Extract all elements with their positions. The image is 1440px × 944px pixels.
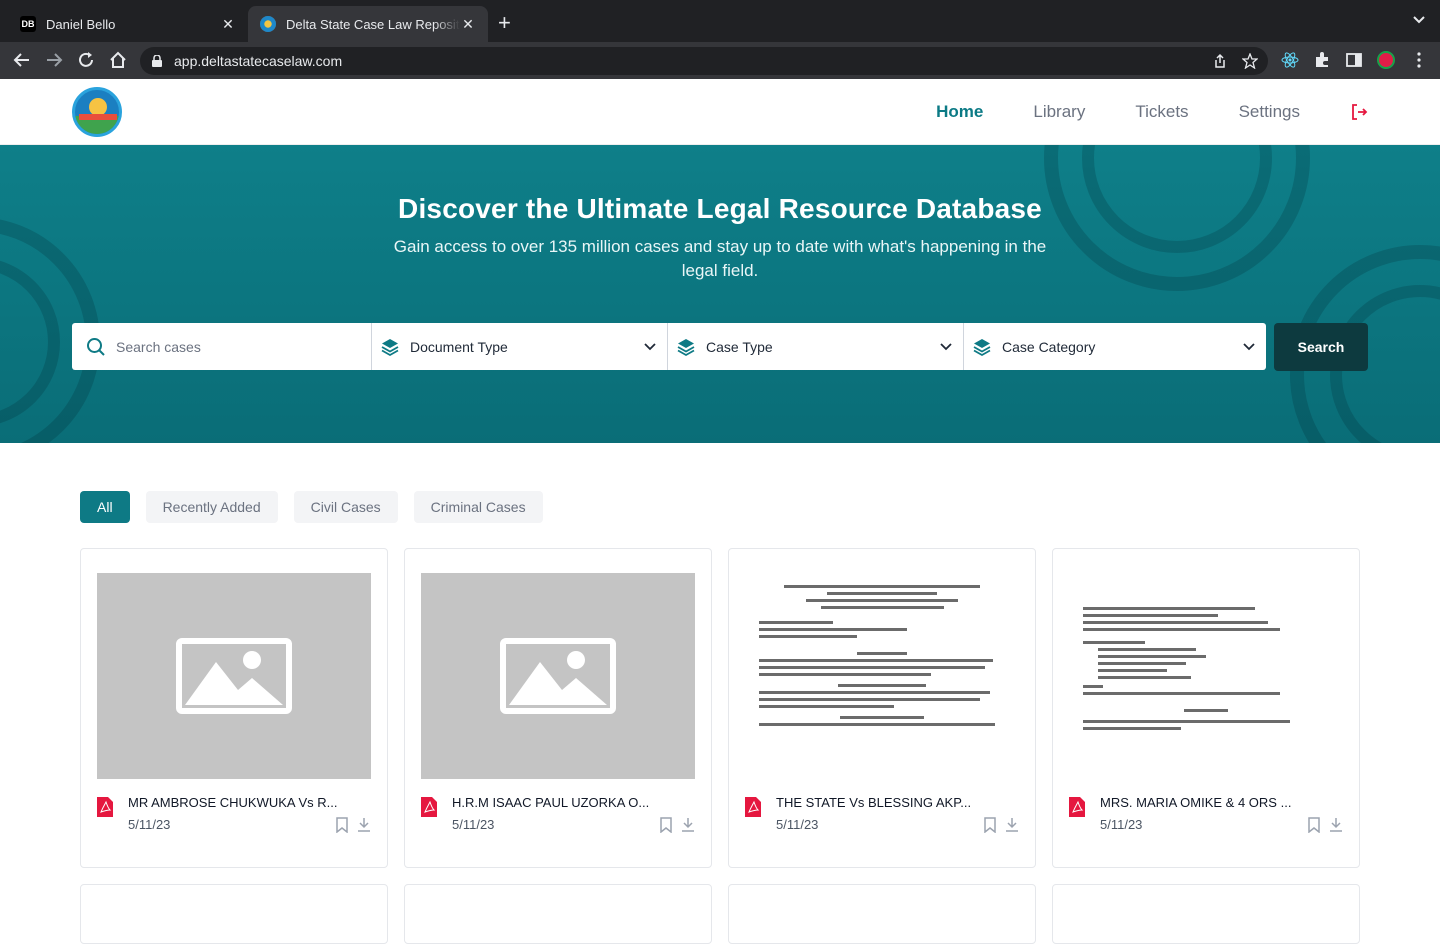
document-thumbnail <box>745 573 1019 779</box>
layers-icon <box>973 338 991 356</box>
case-type-label: Case Type <box>706 338 773 355</box>
download-icon[interactable] <box>357 817 371 833</box>
pdf-icon <box>421 797 437 817</box>
search-input[interactable] <box>116 338 356 355</box>
layers-icon <box>677 338 695 356</box>
tab-title: Delta State Case Law Repository <box>286 16 460 32</box>
hero-banner: Discover the Ultimate Legal Resource Dat… <box>0 145 1440 443</box>
case-type-dropdown[interactable]: Case Type <box>668 323 964 370</box>
chevron-down-icon <box>1243 342 1255 350</box>
extensions-icon[interactable] <box>1313 51 1331 69</box>
tab-close-icon[interactable]: ✕ <box>460 16 476 33</box>
case-date: 5/11/23 <box>128 817 171 832</box>
bookmark-icon[interactable] <box>659 817 673 833</box>
tab-title: Daniel Bello <box>46 16 116 32</box>
delta-state-logo[interactable] <box>72 87 122 137</box>
image-placeholder-icon <box>421 573 695 779</box>
browser-toolbar: app.deltastatecaselaw.com <box>0 42 1440 79</box>
bookmark-star-icon[interactable] <box>1242 53 1258 69</box>
hero-title: Discover the Ultimate Legal Resource Dat… <box>398 193 1042 224</box>
nav-home[interactable]: Home <box>936 102 983 122</box>
main-nav: Home Library Tickets Settings <box>936 79 1368 145</box>
chevron-down-icon <box>940 342 952 350</box>
forward-icon[interactable] <box>44 50 64 70</box>
hero-subtitle: Gain access to over 135 million cases an… <box>393 237 1047 280</box>
case-card[interactable]: MRS. MARIA OMIKE & 4 ORS ... 5/11/23 <box>1052 548 1360 868</box>
reload-icon[interactable] <box>76 50 96 70</box>
case-card[interactable] <box>728 884 1036 944</box>
case-date: 5/11/23 <box>452 817 495 832</box>
tab-search-chevron-icon[interactable] <box>1412 12 1426 28</box>
app-header: Home Library Tickets Settings <box>0 79 1440 145</box>
download-icon[interactable] <box>681 817 695 833</box>
case-title[interactable]: MRS. MARIA OMIKE & 4 ORS ... <box>1100 795 1291 810</box>
document-type-label: Document Type <box>410 338 508 355</box>
filter-all[interactable]: All <box>80 491 130 523</box>
search-button[interactable]: Search <box>1274 323 1368 371</box>
case-card[interactable]: H.R.M ISAAC PAUL UZORKA O... 5/11/23 <box>404 548 712 868</box>
filter-tabs: All Recently Added Civil Cases Criminal … <box>80 491 543 523</box>
case-category-label: Case Category <box>1002 338 1096 355</box>
url-text: app.deltastatecaselaw.com <box>174 53 343 69</box>
case-title[interactable]: THE STATE Vs BLESSING AKP... <box>776 795 971 810</box>
case-title[interactable]: H.R.M ISAAC PAUL UZORKA O... <box>452 795 649 810</box>
pdf-icon <box>97 797 113 817</box>
case-category-dropdown[interactable]: Case Category <box>964 323 1266 370</box>
bookmark-icon[interactable] <box>1307 817 1321 833</box>
search-bar: Document Type Case Type Case Category <box>72 323 1266 370</box>
lock-icon <box>152 55 162 67</box>
download-icon[interactable] <box>1329 817 1343 833</box>
download-icon[interactable] <box>1005 817 1019 833</box>
nav-settings[interactable]: Settings <box>1239 102 1300 122</box>
search-field <box>72 323 372 370</box>
filter-criminal-cases[interactable]: Criminal Cases <box>413 491 543 523</box>
pdf-icon <box>745 797 761 817</box>
case-card-grid: MR AMBROSE CHUKWUKA Vs R... 5/11/23 H.R.… <box>80 548 1360 868</box>
image-placeholder-icon <box>97 573 371 779</box>
back-icon[interactable] <box>12 50 32 70</box>
side-panel-icon[interactable] <box>1345 51 1363 69</box>
browser-menu-icon[interactable] <box>1410 51 1428 69</box>
address-bar[interactable]: app.deltastatecaselaw.com <box>140 47 1268 75</box>
tab-close-icon[interactable]: ✕ <box>220 16 236 33</box>
browser-tab[interactable]: DB Daniel Bello ✕ <box>8 6 248 42</box>
case-card[interactable]: MR AMBROSE CHUKWUKA Vs R... 5/11/23 <box>80 548 388 868</box>
browser-tab-active[interactable]: Delta State Case Law Repository ✕ <box>248 6 488 42</box>
search-icon <box>87 337 105 356</box>
case-card[interactable]: THE STATE Vs BLESSING AKP... 5/11/23 <box>728 548 1036 868</box>
new-tab-icon[interactable]: + <box>498 12 511 34</box>
case-card[interactable] <box>1052 884 1360 944</box>
document-thumbnail <box>1069 573 1343 779</box>
case-card-grid-next-row <box>80 884 1360 944</box>
home-icon[interactable] <box>108 50 128 70</box>
browser-tabbar: DB Daniel Bello ✕ Delta State Case Law R… <box>0 0 1440 42</box>
tab-favicon <box>260 16 276 32</box>
nav-tickets[interactable]: Tickets <box>1135 102 1188 122</box>
case-card[interactable] <box>404 884 712 944</box>
react-devtools-icon[interactable] <box>1281 51 1299 69</box>
layers-icon <box>381 338 399 356</box>
nav-library[interactable]: Library <box>1033 102 1085 122</box>
case-date: 5/11/23 <box>1100 817 1143 832</box>
document-type-dropdown[interactable]: Document Type <box>372 323 668 370</box>
case-title[interactable]: MR AMBROSE CHUKWUKA Vs R... <box>128 795 337 810</box>
chevron-down-icon <box>644 342 656 350</box>
case-date: 5/11/23 <box>776 817 819 832</box>
filter-recently-added[interactable]: Recently Added <box>145 491 278 523</box>
logout-icon[interactable] <box>1350 103 1368 121</box>
tab-favicon: DB <box>20 16 36 32</box>
filter-civil-cases[interactable]: Civil Cases <box>293 491 398 523</box>
bookmark-icon[interactable] <box>983 817 997 833</box>
bookmark-icon[interactable] <box>335 817 349 833</box>
pdf-icon <box>1069 797 1085 817</box>
share-icon[interactable] <box>1212 53 1228 69</box>
case-card[interactable] <box>80 884 388 944</box>
profile-avatar[interactable] <box>1377 51 1395 69</box>
